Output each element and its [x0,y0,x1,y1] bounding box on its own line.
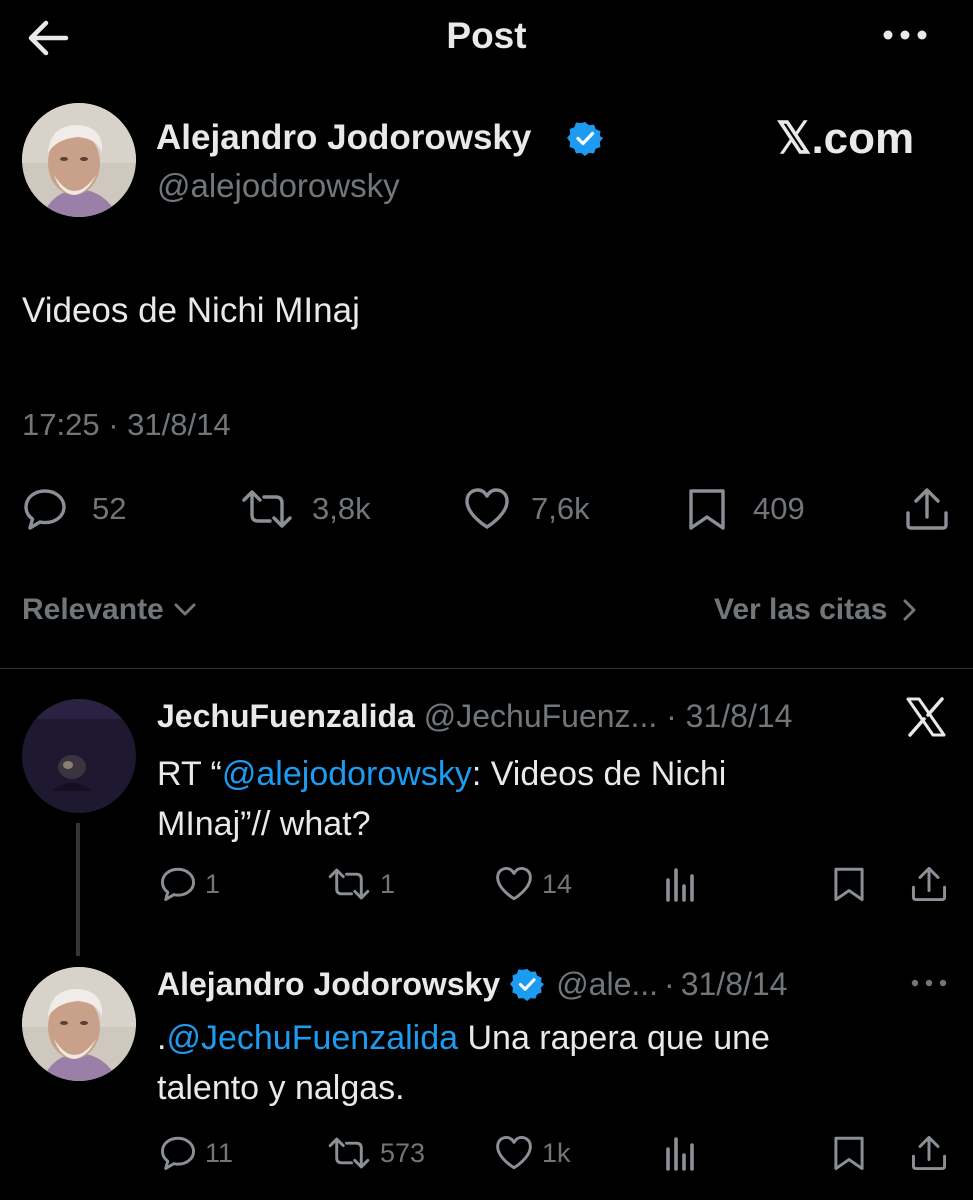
reply-views-button[interactable] [664,1133,698,1173]
post-date: 31/8/14 [127,407,231,442]
mention-link[interactable]: @JechuFuenzalida [166,1019,458,1057]
reply-reply-button[interactable]: 11 [159,1133,233,1173]
like-button[interactable]: 7,6k [463,486,590,532]
reply-reply-button[interactable]: 1 [159,864,220,904]
x-logo-icon [905,697,947,737]
bookmark-count: 409 [753,491,805,526]
reply-count: 52 [92,491,127,526]
reply-author-handle[interactable]: @JechuFuenz... [424,698,657,734]
views-icon [664,866,698,902]
reply-avatar[interactable] [22,967,136,1081]
post-author-name[interactable]: Alejandro Jodorowsky [156,117,531,159]
reply-share-button[interactable] [910,864,948,904]
reply-like-count: 1k [542,1137,571,1168]
reply-date[interactable]: 31/8/14 [681,964,788,1004]
reply-text-line2: talento y nalgas. [157,1069,405,1107]
reply-text: .@JechuFuenzalida Una rapera que une tal… [157,1013,770,1113]
reply-separator: · [664,966,675,1002]
mention-link[interactable]: @alejodorowsky [222,755,472,793]
post-author-handle[interactable]: @alejodorowsky [157,166,400,206]
reply-header: JechuFuenzalida @JechuFuenz... · 31/8/14 [157,696,792,736]
reply-text-line1: Una rapera que une [458,1019,770,1057]
reply-bookmark-button[interactable] [832,864,866,904]
reply-author-name[interactable]: Alejandro Jodorowsky [157,964,500,1004]
heart-icon [494,1135,534,1171]
reply-icon [159,866,197,902]
reply-bookmark-button[interactable] [832,1133,866,1173]
reply-date[interactable]: 31/8/14 [686,698,793,734]
reply-repost-count: 573 [380,1137,426,1168]
repost-count: 3,8k [312,491,371,526]
views-icon [664,1135,698,1171]
timestamp-separator: · [108,407,119,442]
repost-icon [326,1135,372,1171]
heart-icon [494,866,534,902]
page-title: Post [446,15,527,56]
view-quotes-label: Ver las citas [714,593,888,626]
reply-repost-button[interactable]: 573 [326,1133,425,1173]
reply-like-count: 14 [542,868,573,899]
reply-repost-count: 1 [380,868,396,899]
bookmark-icon [832,866,866,902]
reply-like-button[interactable]: 1k [494,1133,571,1173]
divider [0,668,973,669]
reply-icon [22,487,68,531]
verified-badge-icon [510,967,545,1001]
verified-badge-icon [567,120,603,156]
reply-repost-button[interactable]: 1 [326,864,395,904]
reply-text: RT “@alejodorowsky: Videos de Nichi MIna… [157,749,726,849]
share-icon [910,866,948,902]
chevron-right-icon [903,599,917,621]
reply-reply-count: 1 [205,868,221,899]
reply-like-button[interactable]: 14 [494,864,572,904]
reply-text-prefix: RT “ [157,755,222,793]
repost-icon [326,866,372,902]
x-com-watermark: 𝕏.com [776,114,915,163]
thread-line [76,823,80,956]
bookmark-button[interactable]: 409 [687,486,805,532]
more-options-icon[interactable] [910,977,948,989]
share-button[interactable] [904,486,950,532]
repost-button[interactable]: 3,8k [240,486,371,532]
reply-button[interactable]: 52 [22,486,126,532]
post-timestamp[interactable]: 17:25 · 31/8/14 [22,406,231,444]
view-quotes-link[interactable]: Ver las citas [714,590,917,630]
reply-icon [159,1135,197,1171]
heart-icon [463,487,511,531]
more-options-icon[interactable] [880,27,930,43]
reply-author-name[interactable]: JechuFuenzalida [157,698,415,734]
reply-share-button[interactable] [910,1133,948,1173]
reply-avatar[interactable] [22,699,136,813]
share-icon [910,1135,948,1171]
bookmark-icon [687,487,727,531]
post-text: Videos de Nichi MInaj [22,291,360,330]
reply-text-line2: MInaj”// what? [157,805,371,843]
bookmark-icon [832,1135,866,1171]
chevron-down-icon [174,603,196,617]
reply-text-line1: : Videos de Nichi [471,755,727,793]
repost-icon [240,487,294,531]
sort-label: Relevante [22,593,164,626]
reply-views-button[interactable] [664,864,698,904]
share-icon [904,487,950,531]
reply-separator: · [666,698,677,734]
author-avatar[interactable] [22,103,136,217]
like-count: 7,6k [531,491,590,526]
reply-header: Alejandro Jodorowsky @ale... · 31/8/14 [157,964,787,1004]
sort-dropdown[interactable]: Relevante [22,590,196,630]
reply-reply-count: 11 [205,1137,234,1168]
post-time: 17:25 [22,407,100,442]
reply-author-handle[interactable]: @ale... [556,964,658,1004]
